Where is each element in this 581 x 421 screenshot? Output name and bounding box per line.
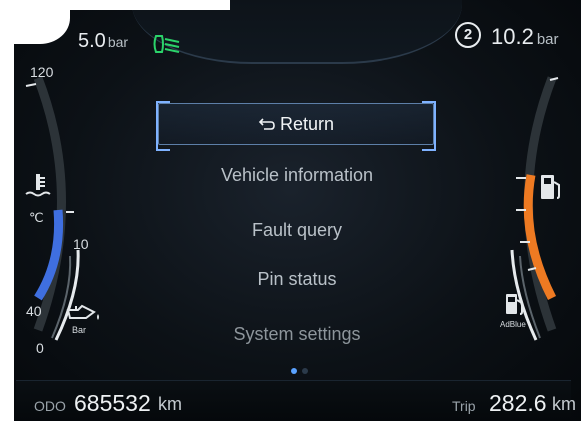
right-pressure-value: 10.2 — [491, 24, 534, 49]
instrument-cluster-screen: 5.0 bar 2 10.2 bar 120 10 40 0 ℃ Bar AdB… — [0, 0, 581, 421]
coolant-temperature-icon — [25, 174, 51, 197]
menu-item-pin-status[interactable]: Pin status — [160, 269, 434, 290]
headlight-beam-icon — [153, 35, 180, 53]
return-text: Return — [279, 114, 335, 134]
left-pressure-value: 5.0 — [78, 30, 106, 52]
odo-value: 685532 — [74, 390, 151, 416]
trip-label: Trip — [452, 398, 476, 414]
right-pressure-readout: 10.2 bar — [491, 24, 559, 50]
adblue-pump-icon — [506, 294, 523, 315]
temperature-unit: ℃ — [29, 210, 44, 225]
page-dot — [302, 368, 308, 374]
menu-item-vehicle-information[interactable]: Vehicle information — [160, 165, 434, 186]
left-pressure-readout: 5.0 bar — [78, 30, 128, 53]
odo-unit: km — [158, 394, 182, 414]
left-gauge-tick-top: 120 — [30, 64, 54, 80]
oil-pressure-icon — [66, 304, 99, 320]
adblue-label: AdBlue — [500, 320, 526, 329]
trip-unit: km — [552, 394, 576, 414]
right-pressure-unit: bar — [536, 31, 559, 48]
odo-label: ODO — [34, 398, 66, 414]
gear-indicator: 2 — [455, 22, 481, 48]
left-pressure-unit: bar — [107, 34, 129, 50]
left-gauge-tick-bottom: 0 — [36, 340, 44, 356]
left-gauge-tick-mid: 10 — [73, 236, 89, 252]
return-arrow-icon — [258, 118, 275, 130]
page-indicator — [291, 361, 313, 379]
oil-pressure-unit: Bar — [72, 325, 87, 335]
paper-edge-left — [0, 0, 14, 421]
page-dot-active — [291, 368, 297, 374]
menu-item-fault-query[interactable]: Fault query — [160, 220, 434, 241]
menu-item-return[interactable]: Return — [156, 101, 436, 151]
trip-value: 282.6 — [489, 390, 547, 416]
return-label: Return — [159, 114, 433, 135]
menu-item-system-settings[interactable]: System settings — [160, 324, 434, 345]
left-gauge-tick-low: 40 — [26, 303, 42, 319]
fuel-pump-icon — [541, 175, 560, 199]
